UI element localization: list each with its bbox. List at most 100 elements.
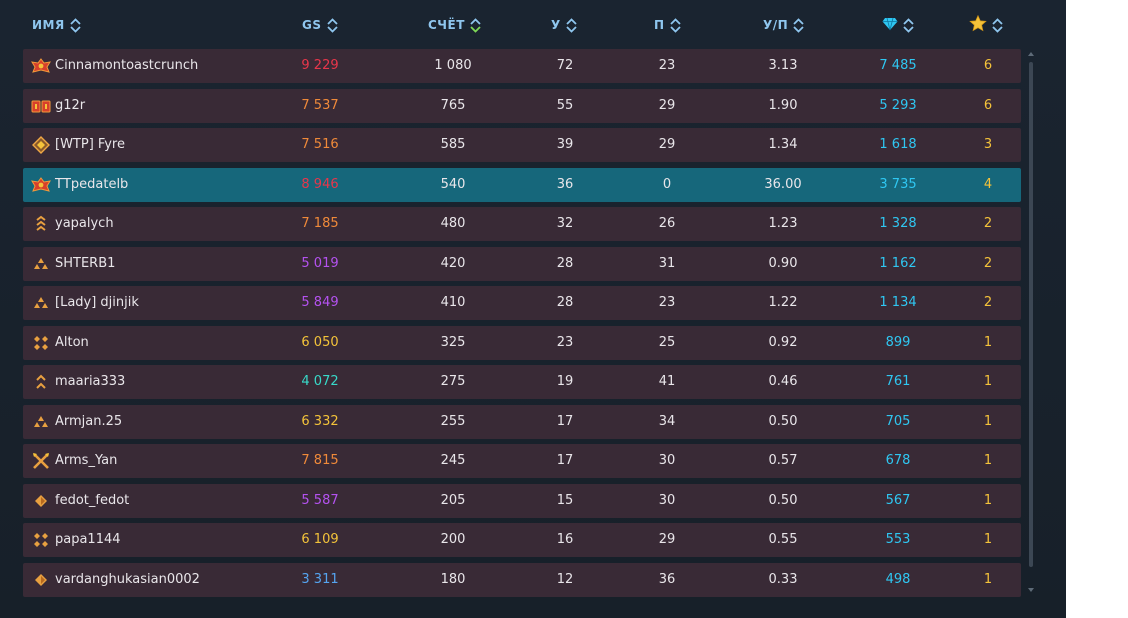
player-name[interactable]: ТТpedatelb [55,168,128,202]
scrollbar[interactable] [1027,50,1035,596]
deaths-value: 29 [658,532,676,547]
player-row[interactable]: yapalych 7 185 480 32 26 1.23 1 328 2 [23,207,1021,241]
stars-value: 6 [983,97,993,113]
rank-four-diamonds-icon [31,531,51,549]
stars-value: 1 [983,532,993,547]
deaths-value: 29 [658,97,676,113]
star-icon [969,14,987,35]
gear-score-value: 7 537 [301,97,339,113]
gems-value: 705 [885,413,911,429]
player-row[interactable]: SHTERB1 5 019 420 28 31 0.90 1 162 2 [23,246,1021,281]
rank-emblem-red-icon [31,57,51,75]
scoreboard-header: ИМЯ GS СЧЁТ У П У/П [0,0,1066,50]
sort-by-kd[interactable]: У/П [763,0,804,50]
stars-value: 2 [983,295,993,310]
scroll-thumb[interactable] [1029,62,1033,567]
gems-value: 7 485 [879,58,917,73]
player-row[interactable]: Armjan.25 6 332 255 17 34 0.50 705 1 [23,404,1021,439]
sort-by-name[interactable]: ИМЯ [32,0,81,50]
player-name-cell: fedot_fedot [31,484,129,518]
player-row[interactable]: maaria333 4 072 275 19 41 0.46 761 1 [23,365,1021,399]
player-name[interactable]: Armjan.25 [55,405,122,439]
player-row[interactable]: [Lady] djinjik 5 849 410 28 23 1.22 1 134 2 [23,286,1021,320]
player-row[interactable]: g12r 7 537 765 55 29 1.90 5 293 6 [23,88,1021,123]
header-gs-label: GS [302,18,322,32]
kills-value: 16 [556,532,574,547]
kd-ratio-value: 0.50 [768,492,798,508]
player-name[interactable]: maaria333 [55,365,125,399]
player-row[interactable]: Cinnamontoastcrunch 9 229 1 080 72 23 3.13 7 4… [23,49,1021,83]
kills-value: 32 [556,216,574,231]
kills-value: 17 [556,413,574,429]
diamond-icon [882,17,898,34]
gear-score-value: 5 019 [301,255,339,271]
kd-ratio-value: 1.34 [768,137,798,152]
player-name-cell: ТТpedatelb [31,168,128,202]
player-name-cell: maaria333 [31,365,125,399]
deaths-value: 31 [658,255,676,271]
player-name[interactable]: [WTP] Fyre [55,128,125,162]
kills-value: 28 [556,295,574,310]
kills-value: 72 [556,58,574,73]
sort-arrows-icon [669,17,681,33]
sort-arrows-icon [326,17,338,33]
scoreboard-panel: ИМЯ GS СЧЁТ У П У/П Cinnamontoastcrunch … [0,0,1066,618]
player-name[interactable]: Arms_Yan [55,444,117,478]
player-name[interactable]: fedot_fedot [55,484,129,518]
player-name-cell: SHTERB1 [31,247,115,281]
score-value: 420 [440,255,466,271]
scroll-up-icon[interactable] [1027,50,1035,58]
kd-ratio-value: 3.13 [768,58,798,73]
player-name[interactable]: yapalych [55,207,114,241]
score-value: 1 080 [434,58,472,73]
score-value: 410 [440,295,466,310]
rank-diamond-icon [31,571,51,589]
sort-by-stars[interactable] [969,0,1003,50]
sort-by-gs[interactable]: GS [302,0,338,50]
player-row[interactable]: Alton 6 050 325 23 25 0.92 899 1 [23,325,1021,360]
player-row[interactable]: vardanghukasian0002 3 311 180 12 36 0.33 498 1 [23,562,1021,597]
player-name[interactable]: g12r [55,89,85,123]
score-value: 480 [440,216,466,231]
score-value: 765 [440,97,466,113]
player-row-self[interactable]: ТТpedatelb 8 946 540 36 0 36.00 3 735 4 [23,167,1021,202]
kd-ratio-value: 1.22 [768,295,798,310]
kills-value: 23 [556,334,574,350]
player-name[interactable]: vardanghukasian0002 [55,563,200,597]
player-name[interactable]: Alton [55,326,89,360]
player-name[interactable]: Cinnamontoastcrunch [55,49,198,83]
deaths-value: 30 [658,453,676,468]
gems-value: 678 [885,453,911,468]
player-name[interactable]: [Lady] djinjik [55,286,139,320]
score-value: 540 [440,176,466,192]
header-name-label: ИМЯ [32,18,65,32]
scroll-down-icon[interactable] [1027,586,1035,594]
player-name[interactable]: SHTERB1 [55,247,115,281]
header-kills-label: У [551,18,561,32]
sort-by-deaths[interactable]: П [654,0,681,50]
sort-arrows-active-icon [470,17,481,33]
player-row[interactable]: [WTP] Fyre 7 516 585 39 29 1.34 1 618 3 [23,128,1021,162]
rank-triangle-icon [31,413,51,431]
player-list: Cinnamontoastcrunch 9 229 1 080 72 23 3.13 7 4… [23,49,1021,602]
kd-ratio-value: 36.00 [764,176,802,192]
player-row[interactable]: fedot_fedot 5 587 205 15 30 0.50 567 1 [23,483,1021,518]
gems-value: 899 [885,334,911,350]
kills-value: 28 [556,255,574,271]
gear-score-value: 6 332 [301,413,339,429]
player-name-cell: vardanghukasian0002 [31,563,200,597]
sort-by-gems[interactable] [882,0,914,50]
player-row[interactable]: papa1144 6 109 200 16 29 0.55 553 1 [23,523,1021,557]
sort-by-score[interactable]: СЧЁТ [428,0,481,50]
gear-score-value: 6 109 [301,532,339,547]
player-row[interactable]: Arms_Yan 7 815 245 17 30 0.57 678 1 [23,444,1021,478]
sort-arrows-icon [992,17,1003,33]
deaths-value: 23 [658,58,676,73]
score-value: 585 [440,137,466,152]
score-value: 180 [440,571,466,587]
player-name[interactable]: papa1144 [55,523,121,557]
header-deaths-label: П [654,18,665,32]
gems-value: 1 134 [879,295,917,310]
sort-by-kills[interactable]: У [551,0,577,50]
gear-score-value: 5 849 [301,295,339,310]
